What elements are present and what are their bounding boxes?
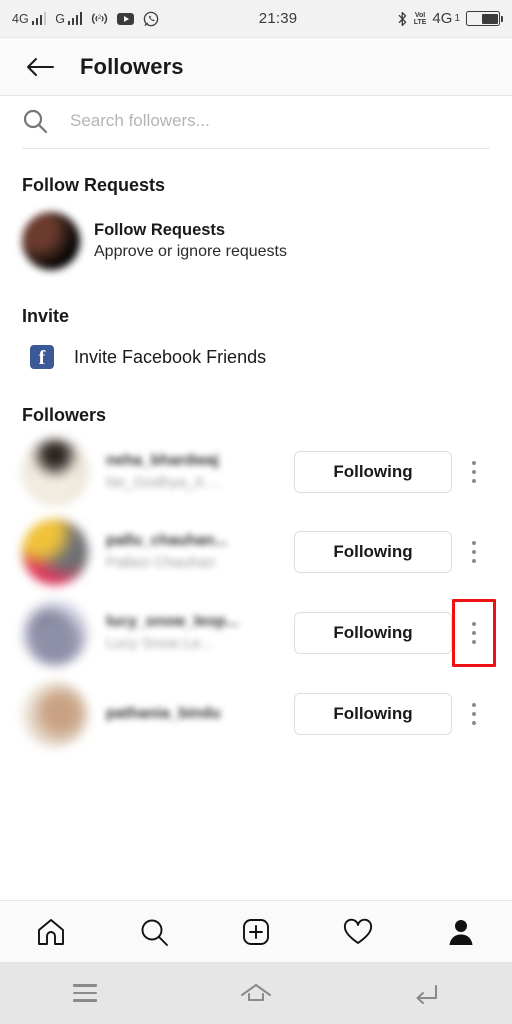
nav-recents[interactable] <box>0 984 171 1002</box>
status-bar-right: VoI LTE 4G 1 <box>397 11 503 27</box>
section-heading-invite: Invite <box>22 306 70 326</box>
follower-username: lucy_snow_leop... <box>106 612 239 630</box>
kebab-menu-icon[interactable] <box>452 599 496 667</box>
tab-activity[interactable] <box>307 916 409 948</box>
add-post-icon <box>243 918 269 945</box>
tab-profile[interactable] <box>410 916 512 948</box>
follower-fullname: Pallavi Chauhan <box>106 554 216 572</box>
status-bar-center: 21:39 <box>159 10 396 27</box>
avatar[interactable] <box>22 681 88 747</box>
back-button[interactable] <box>22 49 58 85</box>
avatar[interactable] <box>22 439 88 505</box>
phone-screen: 4G G 2 21:39 VoI LTE 4G 1 Followers Sear… <box>0 0 512 1024</box>
follower-name-block: pallu_chauhan... Pallavi Chauhan <box>88 530 288 574</box>
tab-home[interactable] <box>0 916 102 948</box>
bluetooth-icon <box>397 11 408 27</box>
avatar[interactable] <box>22 519 88 585</box>
whatsapp-icon <box>143 11 159 27</box>
follow-requests-title: Follow Requests <box>94 221 226 240</box>
follower-username: pallu_chauhan... <box>106 531 228 549</box>
following-button[interactable]: Following <box>294 693 452 735</box>
heart-icon <box>344 918 373 944</box>
follow-requests-text: Follow Requests Approve or ignore reques… <box>80 219 490 263</box>
tab-search[interactable] <box>102 916 204 948</box>
sim1-network-label: 4G <box>12 11 29 26</box>
home-icon <box>241 984 271 1001</box>
network-type-right: 4G 1 <box>432 11 460 26</box>
section-heading-followers: Followers <box>22 405 107 425</box>
status-bar-left: 4G G 2 <box>12 11 159 27</box>
clock: 21:39 <box>258 10 298 27</box>
avatar[interactable] <box>22 600 88 666</box>
signal-bars-icon <box>31 12 47 25</box>
network-right-label: 4G <box>432 10 453 27</box>
search-bar[interactable] <box>0 96 512 148</box>
search-input[interactable] <box>54 111 490 131</box>
page-title: Followers <box>80 53 184 79</box>
follower-fullname: Lucy Snow Le... <box>106 635 213 653</box>
profile-icon <box>449 919 473 945</box>
sim-index-label: 1 <box>454 13 460 24</box>
battery-icon <box>466 11 503 26</box>
content-scroll-area[interactable]: Follow Requests Follow Requests Approve … <box>0 96 512 900</box>
kebab-menu-icon[interactable] <box>452 686 496 742</box>
sim2-signal: G <box>55 11 83 26</box>
svg-text:2: 2 <box>98 15 102 21</box>
follower-fullname: Ne_Godhya_A ... <box>106 474 221 492</box>
follower-row[interactable]: neha_bhardwaj Ne_Godhya_A ... Following <box>0 432 512 512</box>
following-button[interactable]: Following <box>294 531 452 573</box>
facebook-icon: f <box>30 345 54 369</box>
follower-name-block: pathania_bindu <box>88 703 288 725</box>
bottom-tab-bar <box>0 900 512 962</box>
section-heading-follow-requests: Follow Requests <box>22 175 166 195</box>
followers-list: neha_bhardwaj Ne_Godhya_A ... Following pal… <box>0 432 512 754</box>
hotspot-icon: 2 <box>91 12 108 26</box>
android-navigation-bar <box>0 962 512 1024</box>
follower-name-block: lucy_snow_leop... Lucy Snow Le... <box>88 611 288 655</box>
sim2-network-label: G <box>55 11 65 26</box>
invite-facebook-friends-item[interactable]: f Invite Facebook Friends <box>0 333 512 379</box>
follower-name-block: neha_bhardwaj Ne_Godhya_A ... <box>88 450 288 494</box>
app-header: Followers <box>0 38 512 96</box>
kebab-menu-icon[interactable] <box>452 524 496 580</box>
kebab-menu-icon[interactable] <box>452 444 496 500</box>
follower-row[interactable]: lucy_snow_leop... Lucy Snow Le... Followin… <box>0 592 512 674</box>
sim1-signal: 4G <box>12 11 47 26</box>
arrow-left-icon <box>27 57 54 76</box>
volte-icon: VoI LTE <box>413 11 427 26</box>
youtube-icon <box>117 12 135 25</box>
follower-row[interactable]: pallu_chauhan... Pallavi Chauhan Following <box>0 512 512 592</box>
avatar <box>22 212 80 270</box>
nav-home[interactable] <box>171 982 342 1004</box>
status-bar: 4G G 2 21:39 VoI LTE 4G 1 <box>0 0 512 38</box>
following-button[interactable]: Following <box>294 451 452 493</box>
follower-username: neha_bhardwaj <box>106 451 219 469</box>
follow-requests-subtitle: Approve or ignore requests <box>94 243 287 261</box>
back-icon <box>416 985 437 1004</box>
following-button[interactable]: Following <box>294 612 452 654</box>
tab-add-post[interactable] <box>205 916 307 948</box>
search-icon <box>22 108 54 134</box>
recents-icon <box>73 984 98 1002</box>
signal-bars-icon <box>67 12 83 25</box>
nav-back[interactable] <box>341 982 512 1004</box>
home-icon <box>38 918 65 945</box>
invite-facebook-label: Invite Facebook Friends <box>74 346 267 367</box>
follow-requests-item[interactable]: Follow Requests Approve or ignore reques… <box>0 202 512 280</box>
follower-row[interactable]: pathania_bindu Following <box>0 674 512 754</box>
search-icon <box>141 919 168 946</box>
follower-username: pathania_bindu <box>106 704 221 722</box>
